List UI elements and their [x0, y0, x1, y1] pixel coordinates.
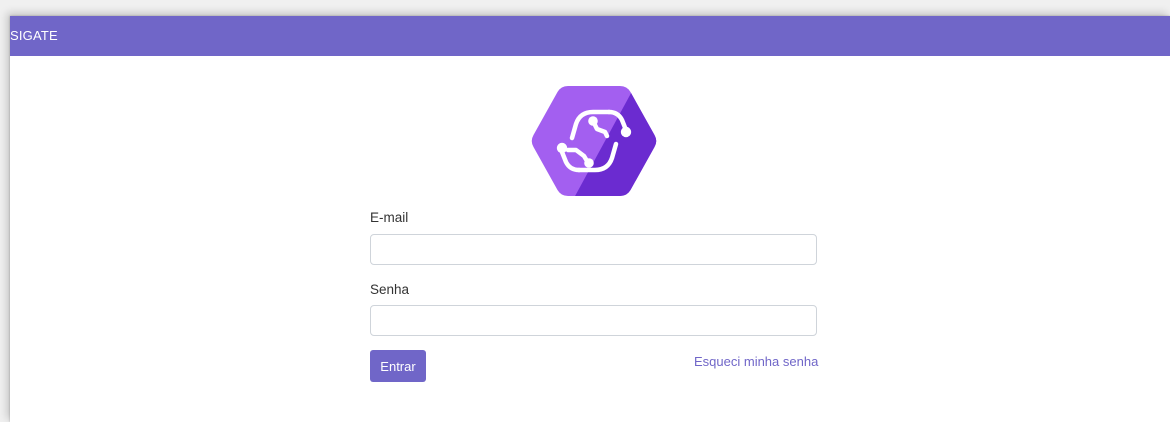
email-input[interactable]: [370, 234, 817, 265]
login-button[interactable]: Entrar: [370, 350, 426, 382]
password-label: Senha: [370, 282, 410, 297]
email-label: E-mail: [370, 210, 409, 225]
hexagon-circuit-s-logo-icon: [531, 86, 657, 196]
app-title[interactable]: SIGATE: [10, 28, 58, 43]
forgot-password-link[interactable]: Esqueci minha senha: [694, 354, 818, 369]
password-input[interactable]: [370, 305, 817, 336]
top-navbar: SIGATE: [10, 16, 1170, 56]
app-window: SIGATE E-mail Senha Entrar Esqueci minha…: [10, 16, 1170, 422]
